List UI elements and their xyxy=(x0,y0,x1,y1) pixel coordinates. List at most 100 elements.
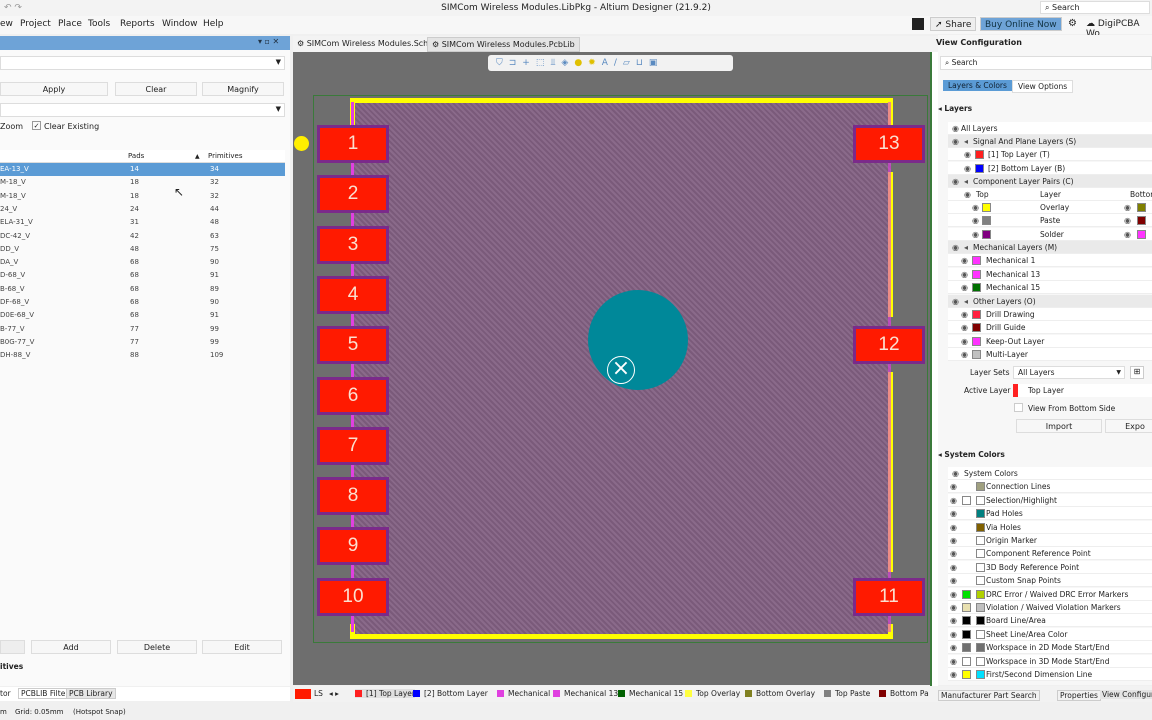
magnify-button[interactable]: Magnify xyxy=(202,82,284,96)
import-button[interactable]: Import xyxy=(1016,419,1102,433)
color-swatch[interactable] xyxy=(976,495,985,505)
eye-icon[interactable]: ◉ xyxy=(950,534,957,547)
layer-row[interactable]: ◉ Component Reference Point xyxy=(948,547,1152,561)
color-swatch[interactable] xyxy=(976,629,985,639)
layer-sets-select[interactable]: All Layers ▼ xyxy=(1013,366,1125,379)
collapse-arrow-icon[interactable]: ◂ xyxy=(964,241,968,254)
eye-icon[interactable]: ◉ xyxy=(952,467,959,480)
pad[interactable]: 6 xyxy=(317,376,389,415)
table-row[interactable]: M-18_V 18 32 xyxy=(0,176,285,189)
color-swatch[interactable] xyxy=(982,216,991,226)
layer-row[interactable]: ◉ Drill Drawing xyxy=(948,308,1152,321)
eye-icon[interactable]: ◉ xyxy=(1124,214,1131,227)
color-swatch[interactable] xyxy=(962,670,971,679)
eye-icon[interactable]: ◉ xyxy=(972,214,979,227)
layer-tab[interactable]: Top Paste xyxy=(824,689,870,698)
color-swatch[interactable] xyxy=(1137,216,1146,226)
color-swatch[interactable] xyxy=(962,589,971,599)
eye-icon[interactable]: ◉ xyxy=(964,188,971,201)
pad[interactable]: 7 xyxy=(317,426,389,465)
layer-tab[interactable]: [1] Top Layer xyxy=(355,689,415,698)
layer-row[interactable]: ◉ Workspace in 3D Mode Start/End xyxy=(948,654,1152,668)
color-swatch[interactable] xyxy=(962,616,971,626)
color-swatch[interactable] xyxy=(976,589,985,599)
mask-combo[interactable]: ▼ xyxy=(0,56,285,70)
layer-row[interactable]: ◉ [1] Top Layer (T) xyxy=(948,148,1152,162)
color-swatch[interactable] xyxy=(962,656,971,666)
eye-icon[interactable]: ◉ xyxy=(961,281,968,294)
menu-tools[interactable]: Tools xyxy=(88,19,110,29)
eye-icon[interactable]: ◉ xyxy=(950,628,957,641)
eye-icon[interactable]: ◉ xyxy=(950,507,957,520)
tab-schlib[interactable]: ⚙ SIMCom Wireless Modules.SchLib xyxy=(297,39,440,48)
layer-row[interactable]: ◉ Multi-Layer xyxy=(948,348,1152,362)
layer-row[interactable]: ◉ Board Line/Area xyxy=(948,614,1152,628)
eye-icon[interactable]: ◉ xyxy=(952,295,959,308)
layer-row[interactable]: ◉ DRC Error / Waived DRC Error Markers xyxy=(948,587,1152,601)
menu-view[interactable]: ew xyxy=(0,19,13,29)
menu-reports[interactable]: Reports xyxy=(120,19,155,29)
color-swatch[interactable] xyxy=(976,549,985,559)
view-from-bottom-checkbox[interactable] xyxy=(1014,403,1023,412)
table-row[interactable]: B-68_V 68 89 xyxy=(0,283,285,296)
color-swatch[interactable] xyxy=(976,509,985,519)
table-row[interactable]: EA-13_V 14 34 xyxy=(0,163,285,176)
pad[interactable]: 9 xyxy=(317,527,389,566)
table-row[interactable]: B0G-77_V 77 99 xyxy=(0,336,285,349)
eye-icon[interactable]: ◉ xyxy=(961,254,968,267)
tab-view-configuration[interactable]: View Configur xyxy=(1100,690,1152,699)
eye-icon[interactable]: ◉ xyxy=(950,655,957,668)
layer-row[interactable]: ◉ First/Second Dimension Line xyxy=(948,668,1152,681)
color-swatch[interactable] xyxy=(972,256,981,266)
undo-redo-icons[interactable]: ↶ ↷ xyxy=(4,0,22,16)
layer-row[interactable]: ◉ Pad Holes xyxy=(948,507,1152,521)
eye-icon[interactable]: ◉ xyxy=(961,268,968,281)
clear-existing-checkbox[interactable]: ✓ xyxy=(32,121,41,130)
color-swatch[interactable] xyxy=(976,643,985,653)
eye-icon[interactable]: ◉ xyxy=(952,175,959,188)
tab-navigator[interactable]: tor xyxy=(0,689,11,698)
collapse-arrow-icon[interactable]: ◂ xyxy=(964,135,968,148)
pad[interactable]: 10 xyxy=(317,577,389,616)
global-search[interactable]: ⌕ Search xyxy=(1040,1,1150,14)
layer-tab[interactable]: [2] Bottom Layer xyxy=(413,689,488,698)
layer-row[interactable]: ◉ Mechanical 1 xyxy=(948,254,1152,268)
color-swatch[interactable] xyxy=(982,203,991,212)
layer-tab[interactable]: Mechanical 1 xyxy=(497,689,557,698)
layer-group-row[interactable]: ◉ ◂ Other Layers (O) xyxy=(948,294,1152,308)
color-swatch[interactable] xyxy=(962,495,971,505)
buy-online-button[interactable]: Buy Online Now xyxy=(980,17,1062,31)
eye-icon[interactable]: ◉ xyxy=(950,668,957,681)
eye-icon[interactable]: ◉ xyxy=(950,601,957,614)
layer-group-row[interactable]: ◉ ◂ Signal And Plane Layers (S) xyxy=(948,135,1152,148)
tab-properties[interactable]: Properties xyxy=(1057,690,1101,701)
layer-sets-button[interactable]: LS xyxy=(314,689,323,698)
eye-icon[interactable]: ◉ xyxy=(950,574,957,587)
export-button[interactable]: Expo xyxy=(1105,419,1152,433)
color-swatch[interactable] xyxy=(962,643,971,653)
layer-tab[interactable]: Top Overlay xyxy=(685,689,740,698)
pad-hole[interactable] xyxy=(588,290,688,390)
pad[interactable]: 3 xyxy=(317,225,389,264)
color-swatch[interactable] xyxy=(976,670,985,679)
color-swatch[interactable] xyxy=(972,350,981,360)
table-row[interactable]: D0E-68_V 68 91 xyxy=(0,309,285,322)
color-swatch[interactable] xyxy=(972,336,981,346)
layer-search-input[interactable]: ⌕ Search xyxy=(940,56,1152,70)
pad[interactable]: 13 xyxy=(853,125,925,163)
eye-icon[interactable]: ◉ xyxy=(950,480,957,493)
collapse-arrow-icon[interactable]: ◂ xyxy=(964,295,968,308)
layer-scroll-arrows[interactable]: ◂ ▸ xyxy=(329,689,339,698)
tab-manufacturer-part-search[interactable]: Manufacturer Part Search xyxy=(938,690,1040,701)
tab-pcblib[interactable]: ⚙ SIMCom Wireless Modules.PcbLib xyxy=(427,37,580,52)
chat-icon[interactable] xyxy=(912,18,924,30)
layers-section-toggle[interactable]: ◂ Layers xyxy=(938,104,972,113)
column-primitives[interactable]: Primitives xyxy=(208,150,242,163)
layer-group-row[interactable]: ◉ ◂ Component Layer Pairs (C) xyxy=(948,174,1152,188)
layer-row[interactable]: ◉ Custom Snap Points xyxy=(948,574,1152,588)
eye-icon[interactable]: ◉ xyxy=(961,335,968,348)
filter-combo[interactable]: ▼ xyxy=(0,103,285,117)
color-swatch[interactable] xyxy=(976,576,985,586)
table-row[interactable]: DC-42_V 42 63 xyxy=(0,230,285,243)
layer-row[interactable]: ◉ Origin Marker xyxy=(948,534,1152,547)
